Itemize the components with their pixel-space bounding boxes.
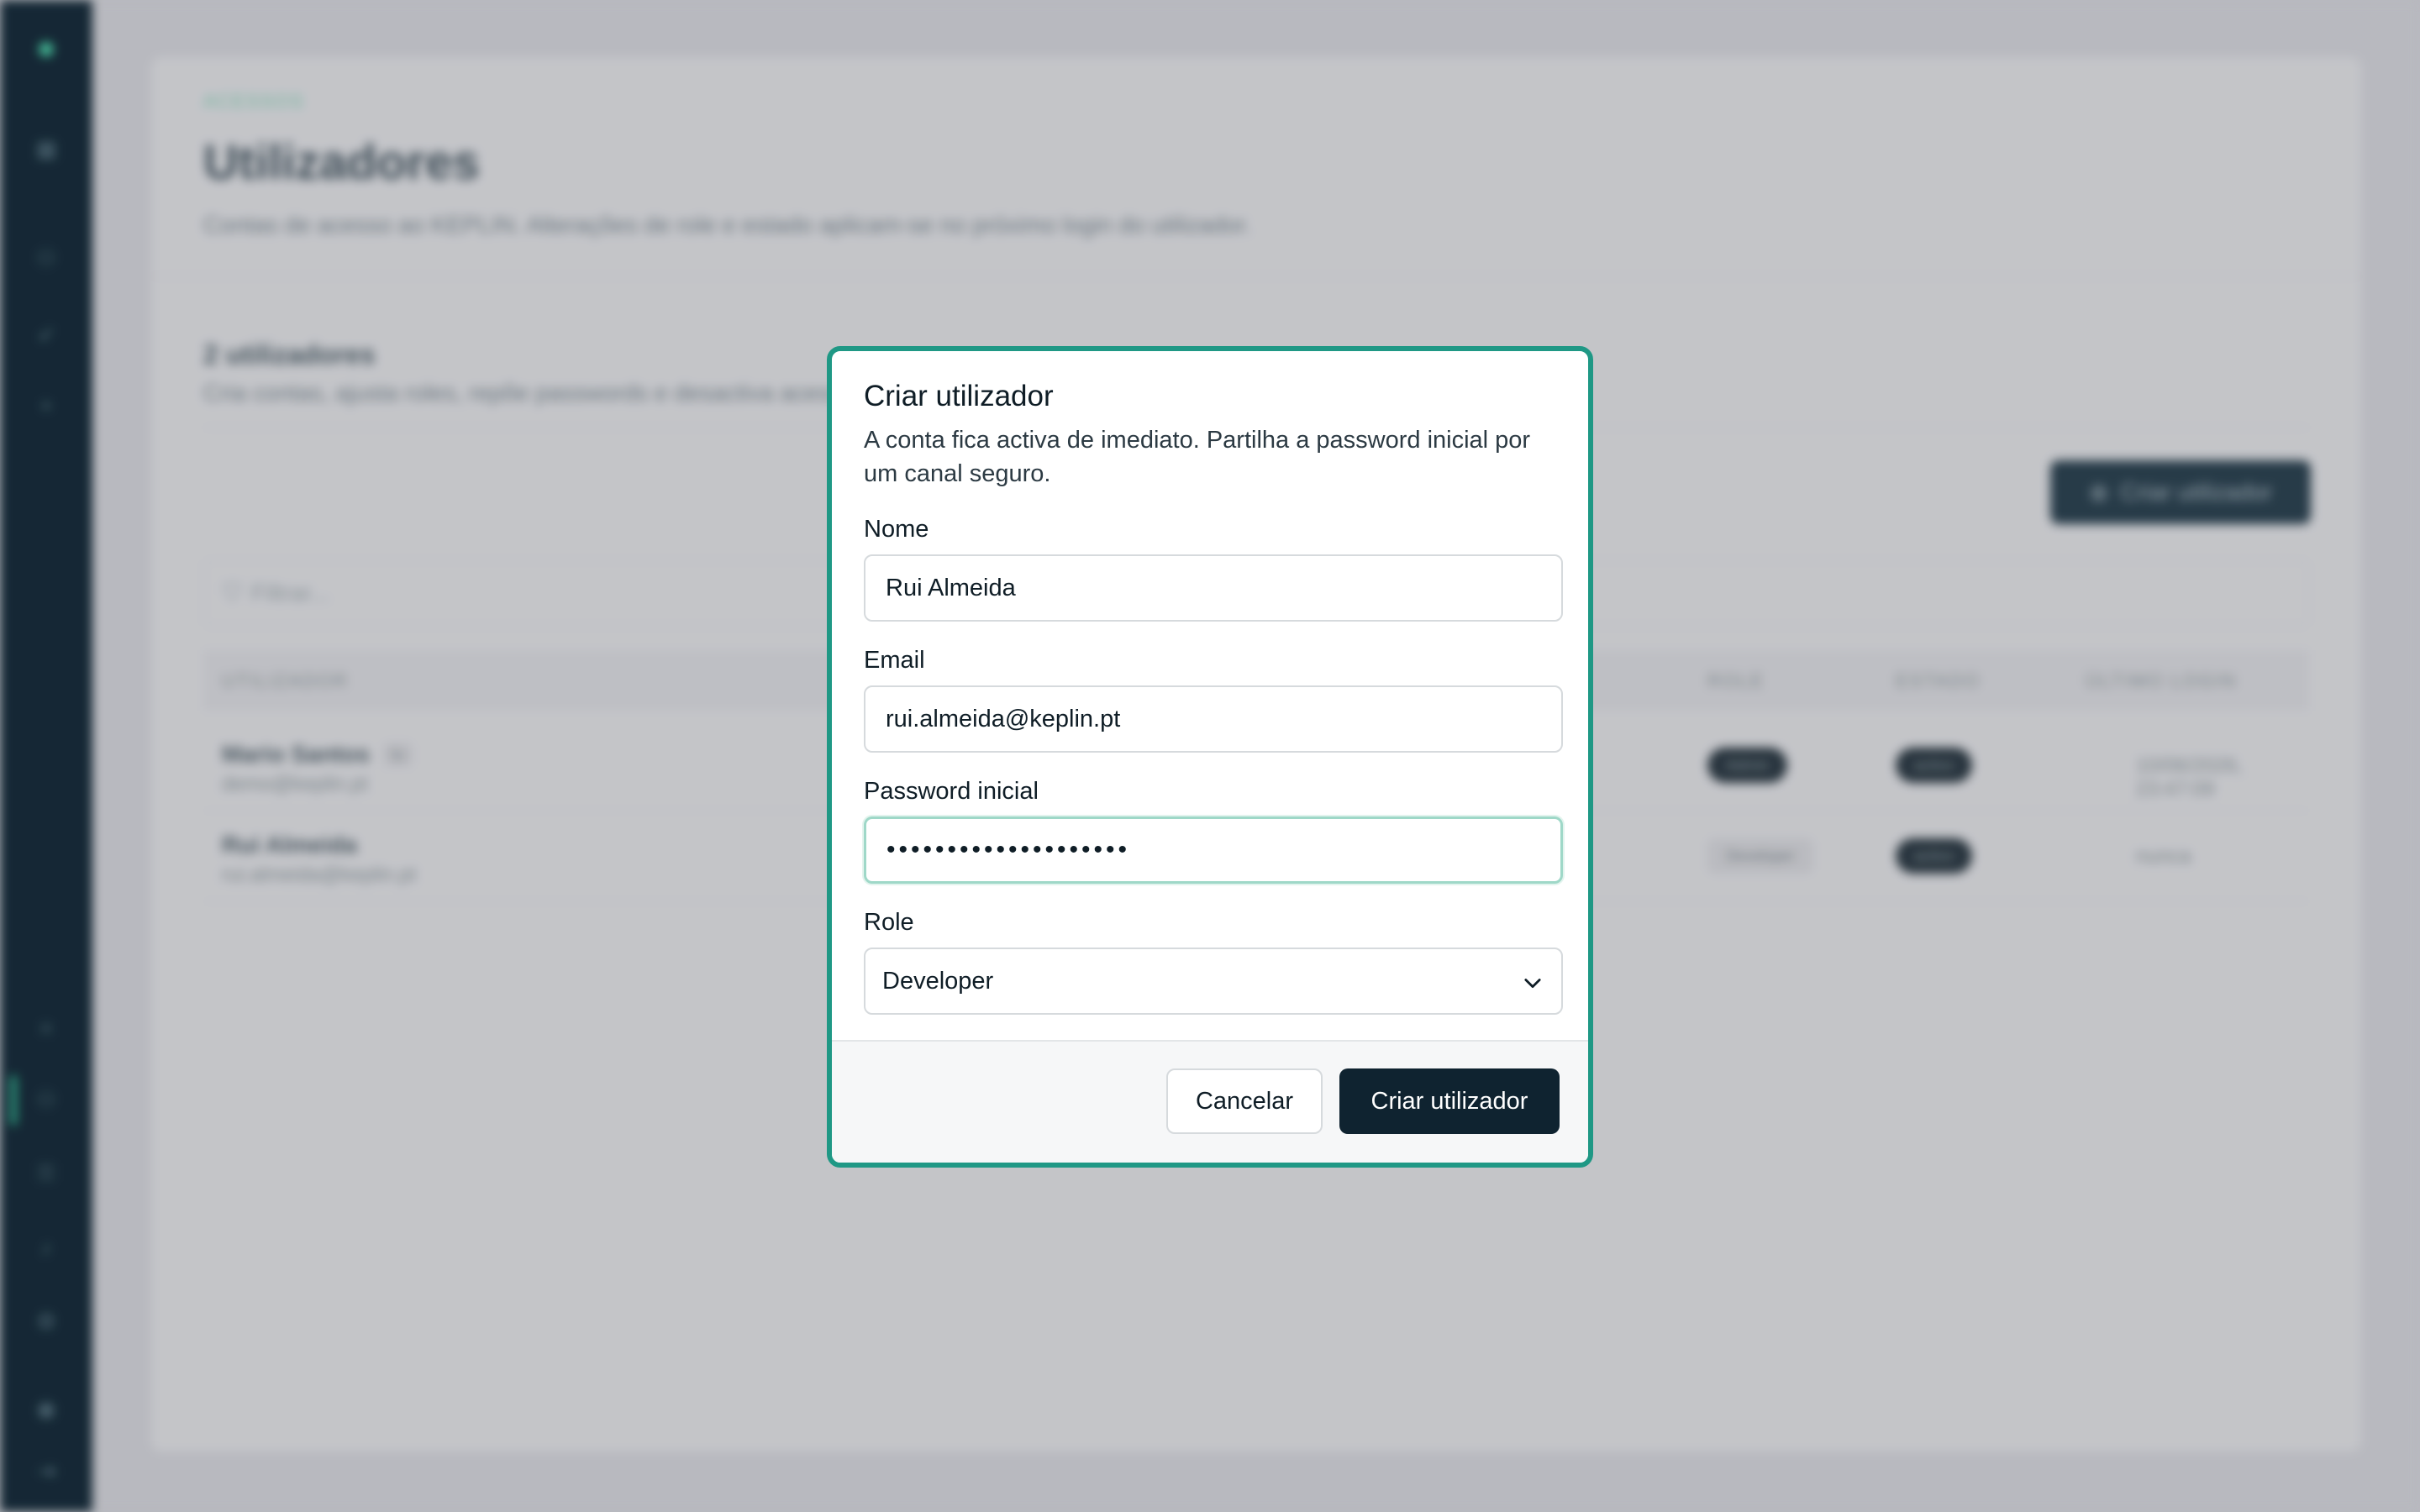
create-user-dialog: Criar utilizador A conta fica activa de …: [827, 346, 1593, 1168]
password-label: Password inicial: [864, 778, 1039, 805]
email-label: Email: [864, 647, 925, 674]
create-user-submit-button[interactable]: Criar utilizador: [1339, 1068, 1560, 1134]
dialog-title: Criar utilizador: [864, 380, 1054, 412]
role-select[interactable]: Developer: [864, 948, 1563, 1015]
dialog-footer: Cancelar Criar utilizador: [832, 1040, 1588, 1163]
cancel-button[interactable]: Cancelar: [1166, 1068, 1323, 1134]
dialog-description: A conta fica activa de imediato. Partilh…: [864, 427, 1531, 487]
chevron-down-icon: [1524, 979, 1541, 989]
role-label: Role: [864, 909, 914, 936]
password-input[interactable]: ••••••••••••••••••••: [864, 816, 1563, 884]
email-input[interactable]: rui.almeida@keplin.pt: [864, 685, 1563, 753]
name-label: Nome: [864, 516, 929, 543]
email-value: rui.almeida@keplin.pt: [886, 705, 1121, 732]
password-value: ••••••••••••••••••••: [886, 836, 1131, 864]
name-input[interactable]: Rui Almeida: [864, 554, 1563, 622]
role-value: Developer: [882, 967, 994, 995]
name-value: Rui Almeida: [886, 574, 1016, 601]
